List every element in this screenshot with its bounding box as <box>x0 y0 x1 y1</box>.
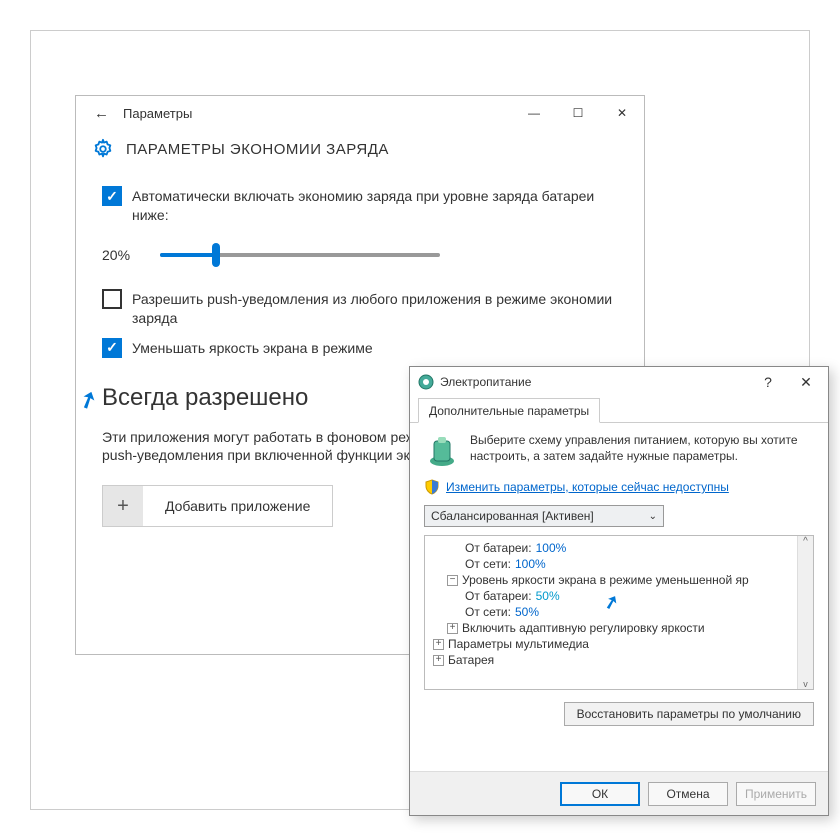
expand-icon[interactable]: + <box>433 639 444 650</box>
threshold-slider-row: 20% <box>102 247 618 263</box>
tree-row-battery-1[interactable]: От батареи: 100% <box>425 540 813 556</box>
restore-row: Восстановить параметры по умолчанию <box>424 690 814 726</box>
admin-link-row: Изменить параметры, которые сейчас недос… <box>424 479 814 495</box>
tree-scrollbar[interactable] <box>797 536 813 689</box>
tree-row-brightness-level[interactable]: − Уровень яркости экрана в режиме уменьш… <box>425 572 813 588</box>
settings-titlebar: ← Параметры — ☐ ✕ <box>76 96 644 130</box>
auto-enable-row: Автоматически включать экономию заряда п… <box>102 186 618 225</box>
shield-icon <box>424 479 440 495</box>
help-button[interactable]: ? <box>750 374 786 390</box>
settings-header: ПАРАМЕТРЫ ЭКОНОМИИ ЗАРЯДА <box>76 130 644 176</box>
slider-value: 20% <box>102 247 142 263</box>
gear-icon <box>92 138 114 160</box>
auto-enable-label: Автоматически включать экономию заряда п… <box>132 186 618 225</box>
power-title: Электропитание <box>440 375 750 389</box>
slider-fill <box>160 253 216 257</box>
settings-tree: От батареи: 100% От сети: 100% − Уровень… <box>424 535 814 690</box>
add-app-label: Добавить приложение <box>143 498 332 514</box>
dim-label: Уменьшать яркость экрана в режиме <box>132 338 373 358</box>
slider-thumb[interactable] <box>212 243 220 267</box>
admin-link[interactable]: Изменить параметры, которые сейчас недос… <box>446 480 729 494</box>
description-row: Выберите схему управления питанием, кото… <box>424 433 814 469</box>
maximize-button[interactable]: ☐ <box>556 96 600 130</box>
tab-strip: Дополнительные параметры <box>410 397 828 423</box>
auto-enable-checkbox[interactable] <box>102 186 122 206</box>
tab-advanced[interactable]: Дополнительные параметры <box>418 398 600 423</box>
power-icon <box>418 374 434 390</box>
ok-button[interactable]: ОК <box>560 782 640 806</box>
minimize-button[interactable]: — <box>512 96 556 130</box>
description-text: Выберите схему управления питанием, кото… <box>470 433 814 469</box>
threshold-slider[interactable] <box>160 253 440 257</box>
expand-icon[interactable]: + <box>433 655 444 666</box>
push-label: Разрешить push-уведомления из любого при… <box>132 289 618 328</box>
tree-row-ac-1[interactable]: От сети: 100% <box>425 556 813 572</box>
power-close-button[interactable]: ✕ <box>786 374 826 391</box>
dim-row: Уменьшать яркость экрана в режиме <box>102 338 618 358</box>
apply-button: Применить <box>736 782 816 806</box>
power-options-dialog: Электропитание ? ✕ Дополнительные параме… <box>409 366 829 816</box>
power-titlebar: Электропитание ? ✕ <box>410 367 828 397</box>
scheme-select[interactable]: Сбалансированная [Активен] ⌄ <box>424 505 664 527</box>
tree-row-battery-section[interactable]: + Батарея <box>425 652 813 668</box>
restore-defaults-button[interactable]: Восстановить параметры по умолчанию <box>564 702 814 726</box>
power-content: Выберите схему управления питанием, кото… <box>410 423 828 736</box>
push-row: Разрешить push-уведомления из любого при… <box>102 289 618 328</box>
dialog-footer: ОК Отмена Применить <box>410 771 828 815</box>
chevron-down-icon: ⌄ <box>649 511 657 522</box>
plus-icon: + <box>103 486 143 526</box>
dim-checkbox[interactable] <box>102 338 122 358</box>
push-checkbox[interactable] <box>102 289 122 309</box>
outer-frame: ← Параметры — ☐ ✕ ПАРАМЕТРЫ ЭКОНОМИИ ЗАР… <box>30 30 810 810</box>
close-button[interactable]: ✕ <box>600 96 644 130</box>
add-app-button[interactable]: + Добавить приложение <box>102 485 333 527</box>
tree-row-multimedia[interactable]: + Параметры мультимедиа <box>425 636 813 652</box>
back-button[interactable]: ← <box>88 105 123 122</box>
collapse-icon[interactable]: − <box>447 575 458 586</box>
scheme-selected-label: Сбалансированная [Активен] <box>431 509 594 523</box>
battery-icon <box>424 433 460 469</box>
window-controls: — ☐ ✕ <box>512 96 644 130</box>
cancel-button[interactable]: Отмена <box>648 782 728 806</box>
expand-icon[interactable]: + <box>447 623 458 634</box>
tree-row-adaptive[interactable]: + Включить адаптивную регулировку яркост… <box>425 620 813 636</box>
page-heading: ПАРАМЕТРЫ ЭКОНОМИИ ЗАРЯДА <box>126 141 389 158</box>
window-title: Параметры <box>123 106 512 121</box>
